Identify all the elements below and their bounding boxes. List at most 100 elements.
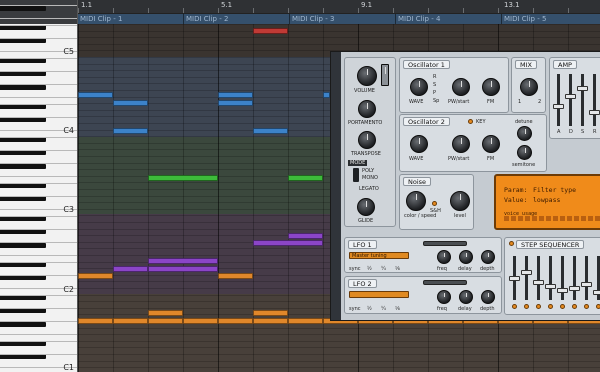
amp-attack-slider[interactable] — [553, 74, 564, 126]
lfo1-target-dropdown[interactable]: Master tuning — [349, 252, 409, 259]
lfo2-depth-knob[interactable] — [481, 290, 495, 304]
purple-midi-note[interactable] — [253, 240, 323, 246]
sequencer-step-led[interactable] — [536, 304, 541, 309]
sequencer-step-led[interactable] — [524, 304, 529, 309]
sequencer-step-led[interactable] — [560, 304, 565, 309]
slider-handle[interactable] — [569, 286, 580, 291]
transpose-knob[interactable] — [358, 131, 376, 149]
amp-decay-slider[interactable] — [565, 74, 576, 126]
osc2-pw-knob[interactable] — [452, 135, 470, 153]
black-key[interactable] — [0, 137, 46, 143]
slider-handle[interactable] — [593, 290, 600, 295]
clip-label-3[interactable]: MIDI Clip - 3 — [292, 15, 334, 23]
noise-sh-led[interactable] — [432, 201, 437, 206]
lfo1-depth-knob[interactable] — [481, 250, 495, 264]
lfo2-target-dropdown[interactable] — [349, 291, 409, 298]
osc2-fm-knob[interactable] — [482, 135, 500, 153]
purple-midi-note[interactable] — [288, 233, 323, 239]
orange-midi-note[interactable] — [78, 273, 113, 279]
sequencer-step-led[interactable] — [548, 304, 553, 309]
synth-plugin-window[interactable]: VOLUME PORTAMENTO TRANSPOSE MODE POLY MO… — [330, 51, 600, 321]
portamento-knob[interactable] — [358, 100, 376, 118]
blue-midi-note[interactable] — [218, 100, 253, 106]
green-midi-note[interactable] — [148, 175, 218, 181]
sequencer-step-led[interactable] — [572, 304, 577, 309]
slider-handle[interactable] — [557, 288, 568, 293]
black-key[interactable] — [0, 295, 46, 301]
sequencer-step-led[interactable] — [584, 304, 589, 309]
black-key[interactable] — [0, 354, 46, 360]
osc1-pw-knob[interactable] — [452, 78, 470, 96]
purple-midi-note[interactable] — [113, 266, 148, 272]
noise-level-knob[interactable] — [450, 191, 470, 211]
timeline-ruler[interactable]: 1.1 5.1 9.1 13.1 — [78, 0, 600, 14]
black-key[interactable] — [0, 25, 46, 31]
black-key[interactable] — [0, 5, 46, 11]
green-midi-note[interactable] — [288, 175, 323, 181]
black-key[interactable] — [0, 242, 46, 248]
sequencer-step-slider[interactable] — [521, 256, 532, 300]
orange-midi-note[interactable] — [253, 310, 288, 316]
red-midi-note[interactable] — [253, 28, 288, 34]
clip-label-2[interactable]: MIDI Clip - 2 — [186, 15, 228, 23]
piano-keyboard[interactable]: C5 C4 C3 C2 C1 — [0, 0, 78, 372]
black-key[interactable] — [0, 308, 46, 314]
sequencer-step-slider[interactable] — [569, 256, 580, 300]
osc2-detune-knob[interactable] — [517, 126, 532, 141]
osc2-wave-knob[interactable] — [410, 135, 428, 153]
purple-midi-note[interactable] — [148, 258, 218, 264]
orange-midi-note[interactable] — [148, 310, 183, 316]
osc1-fm-knob[interactable] — [482, 78, 500, 96]
clip-label-4[interactable]: MIDI Clip - 4 — [398, 15, 440, 23]
lfo2-freq-knob[interactable] — [437, 290, 451, 304]
slider-handle[interactable] — [521, 270, 532, 275]
blue-midi-note[interactable] — [253, 128, 288, 134]
seq-enable-led[interactable] — [509, 241, 514, 246]
slider-handle[interactable] — [533, 280, 544, 285]
black-key[interactable] — [0, 71, 46, 77]
lfo1-freq-knob[interactable] — [437, 250, 451, 264]
sequencer-step-slider[interactable] — [557, 256, 568, 300]
sequencer-step-slider[interactable] — [533, 256, 544, 300]
osc1-wave-knob[interactable] — [410, 78, 428, 96]
orange-midi-note[interactable] — [218, 318, 253, 324]
black-key[interactable] — [0, 150, 46, 156]
orange-midi-note[interactable] — [288, 318, 323, 324]
mix-knob[interactable] — [520, 78, 538, 96]
slider-handle[interactable] — [545, 284, 556, 289]
mode-switch[interactable] — [353, 168, 359, 182]
black-key[interactable] — [0, 321, 46, 327]
orange-midi-note[interactable] — [78, 318, 113, 324]
osc2-semitone-knob[interactable] — [517, 145, 532, 160]
sequencer-step-led[interactable] — [512, 304, 517, 309]
orange-midi-note[interactable] — [113, 318, 148, 324]
slider-handle[interactable] — [509, 276, 520, 281]
blue-midi-note[interactable] — [113, 100, 148, 106]
orange-midi-note[interactable] — [253, 318, 288, 324]
black-key[interactable] — [0, 275, 46, 281]
orange-midi-note[interactable] — [218, 273, 253, 279]
purple-midi-note[interactable] — [148, 266, 218, 272]
orange-midi-note[interactable] — [148, 318, 183, 324]
osc2-key-led[interactable] — [468, 119, 473, 124]
blue-midi-note[interactable] — [218, 92, 253, 98]
black-key[interactable] — [0, 229, 46, 235]
sequencer-step-slider[interactable] — [581, 256, 592, 300]
black-key[interactable] — [0, 216, 46, 222]
sequencer-step-led[interactable] — [596, 304, 600, 309]
noise-color-knob[interactable] — [406, 191, 426, 211]
blue-midi-note[interactable] — [323, 92, 330, 98]
clip-label-1[interactable]: MIDI Clip - 1 — [80, 15, 122, 23]
sequencer-step-slider[interactable] — [545, 256, 556, 300]
amp-release-slider[interactable] — [589, 74, 600, 126]
slider-handle[interactable] — [581, 282, 592, 287]
blue-midi-note[interactable] — [113, 128, 148, 134]
lfo2-delay-knob[interactable] — [459, 290, 473, 304]
black-key[interactable] — [0, 262, 46, 268]
black-key[interactable] — [0, 117, 46, 123]
black-key[interactable] — [0, 341, 46, 347]
amp-sustain-slider[interactable] — [577, 74, 588, 126]
blue-midi-note[interactable] — [78, 92, 113, 98]
black-key[interactable] — [0, 38, 46, 44]
volume-knob[interactable] — [357, 66, 377, 86]
